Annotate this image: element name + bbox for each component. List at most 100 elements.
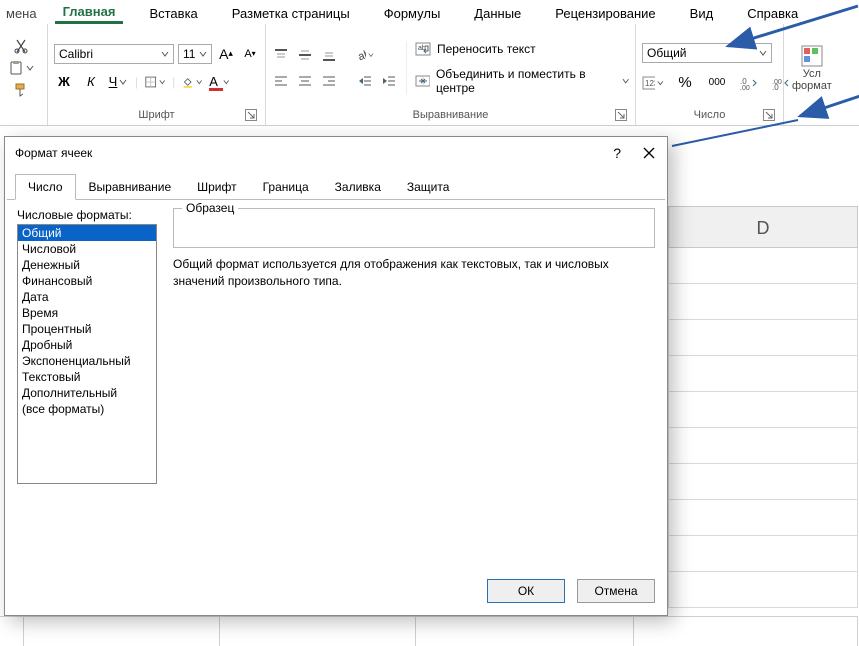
dlg-tab-alignment[interactable]: Выравнивание	[76, 174, 185, 200]
format-item[interactable]: (все форматы)	[18, 401, 156, 417]
dialog-tabs: Число Выравнивание Шрифт Граница Заливка…	[7, 169, 665, 200]
font-size-combo[interactable]: 11	[178, 44, 212, 64]
group-number: Общий 123 % 000 .0.00 .00.0	[636, 24, 784, 125]
tab-home[interactable]: Главная	[55, 2, 124, 24]
paste-icon[interactable]	[8, 60, 34, 76]
align-center-icon[interactable]	[296, 72, 314, 90]
format-item[interactable]: Процентный	[18, 321, 156, 337]
merge-label: Объединить и поместить в центре	[436, 67, 616, 95]
cell[interactable]	[634, 616, 858, 646]
cut-icon[interactable]	[8, 38, 34, 54]
format-item[interactable]: Денежный	[18, 257, 156, 273]
number-format-combo[interactable]: Общий	[642, 43, 772, 63]
dlg-tab-border[interactable]: Граница	[250, 174, 322, 200]
cell[interactable]	[24, 616, 220, 646]
comma-button[interactable]: 000	[706, 73, 728, 93]
tab-data[interactable]: Данные	[466, 4, 529, 23]
column-header-d[interactable]: D	[668, 206, 858, 248]
align-top-icon[interactable]	[272, 46, 290, 64]
alignment-group-label: Выравнивание	[413, 109, 489, 121]
cell[interactable]	[668, 464, 858, 500]
undo-partial: мена	[6, 6, 37, 21]
cell[interactable]	[220, 616, 416, 646]
svg-text:ab: ab	[357, 48, 367, 62]
wrap-text-label: Переносить текст	[437, 42, 536, 56]
dialog-title: Формат ячеек	[15, 146, 92, 160]
dialog-help-button[interactable]: ?	[613, 145, 621, 161]
sample-label: Образец	[182, 201, 238, 215]
font-launcher[interactable]	[245, 109, 257, 121]
cell[interactable]	[668, 356, 858, 392]
align-bottom-icon[interactable]	[320, 46, 338, 64]
cell[interactable]	[668, 572, 858, 608]
format-item[interactable]: Общий	[18, 225, 156, 241]
format-painter-icon[interactable]	[8, 82, 34, 98]
cell[interactable]	[668, 284, 858, 320]
decrease-indent-icon[interactable]	[356, 72, 374, 90]
format-item[interactable]: Финансовый	[18, 273, 156, 289]
wrap-text-button[interactable]: ab Переносить текст	[415, 41, 629, 57]
cell[interactable]	[416, 616, 634, 646]
number-format-value: Общий	[647, 46, 687, 60]
merge-center-button[interactable]: Объединить и поместить в центре	[415, 67, 629, 95]
svg-text:123: 123	[645, 79, 655, 88]
percent-button[interactable]: %	[674, 73, 696, 93]
ok-button[interactable]: ОК	[487, 579, 565, 603]
tab-help[interactable]: Справка	[739, 4, 806, 23]
format-item[interactable]: Экспоненциальный	[18, 353, 156, 369]
conditional-formatting-button[interactable]: Усл формат	[790, 44, 834, 92]
conditional-formatting-icon	[800, 44, 824, 68]
font-color-button[interactable]: A	[209, 72, 229, 92]
underline-button[interactable]: Ч	[108, 72, 128, 92]
format-item[interactable]: Дополнительный	[18, 385, 156, 401]
format-item[interactable]: Дробный	[18, 337, 156, 353]
sample-box: Образец	[173, 208, 655, 248]
group-cond-partial: Усл формат	[784, 24, 840, 125]
increase-decimal-button[interactable]: .0.00	[738, 73, 760, 93]
format-list[interactable]: Общий Числовой Денежный Финансовый Дата …	[17, 224, 157, 484]
orientation-button[interactable]: ab	[356, 46, 374, 64]
ribbon-tabs: мена Главная Вставка Разметка страницы Ф…	[0, 0, 859, 24]
align-middle-icon[interactable]	[296, 46, 314, 64]
dlg-tab-protection[interactable]: Защита	[394, 174, 463, 200]
font-name-combo[interactable]: Calibri	[54, 44, 174, 64]
cell[interactable]	[668, 248, 858, 284]
format-item[interactable]: Числовой	[18, 241, 156, 257]
dlg-tab-number[interactable]: Число	[15, 174, 76, 200]
number-launcher[interactable]	[763, 109, 775, 121]
dialog-close-button[interactable]	[641, 145, 657, 161]
bold-button[interactable]: Ж	[54, 72, 74, 92]
increase-indent-icon[interactable]	[380, 72, 398, 90]
increase-font-icon[interactable]: A▴	[216, 44, 236, 64]
fill-color-button[interactable]	[182, 72, 202, 92]
format-cells-dialog: Формат ячеек ? Число Выравнивание Шрифт …	[4, 136, 668, 616]
cell[interactable]	[668, 320, 858, 356]
align-left-icon[interactable]	[272, 72, 290, 90]
cancel-button[interactable]: Отмена	[577, 579, 655, 603]
cell[interactable]	[668, 500, 858, 536]
cell[interactable]	[668, 428, 858, 464]
format-item[interactable]: Текстовый	[18, 369, 156, 385]
accounting-format-button[interactable]: 123	[642, 73, 664, 93]
dlg-tab-font[interactable]: Шрифт	[184, 174, 249, 200]
dlg-tab-fill[interactable]: Заливка	[322, 174, 394, 200]
font-size-value: 11	[183, 47, 195, 61]
align-right-icon[interactable]	[320, 72, 338, 90]
alignment-launcher[interactable]	[615, 109, 627, 121]
tab-view[interactable]: Вид	[682, 4, 722, 23]
tab-page-layout[interactable]: Разметка страницы	[224, 4, 358, 23]
group-clipboard	[0, 24, 48, 125]
format-item[interactable]: Дата	[18, 289, 156, 305]
format-item[interactable]: Время	[18, 305, 156, 321]
cell[interactable]	[668, 536, 858, 572]
ribbon: Calibri 11 A▴ A▾ Ж К Ч	[0, 24, 859, 126]
tab-insert[interactable]: Вставка	[141, 4, 205, 23]
tab-review[interactable]: Рецензирование	[547, 4, 663, 23]
svg-text:.0: .0	[772, 83, 779, 90]
tab-formulas[interactable]: Формулы	[376, 4, 449, 23]
borders-button[interactable]	[145, 72, 165, 92]
number-group-label: Число	[694, 109, 726, 121]
decrease-font-icon[interactable]: A▾	[240, 44, 260, 64]
cell[interactable]	[668, 392, 858, 428]
italic-button[interactable]: К	[81, 72, 101, 92]
